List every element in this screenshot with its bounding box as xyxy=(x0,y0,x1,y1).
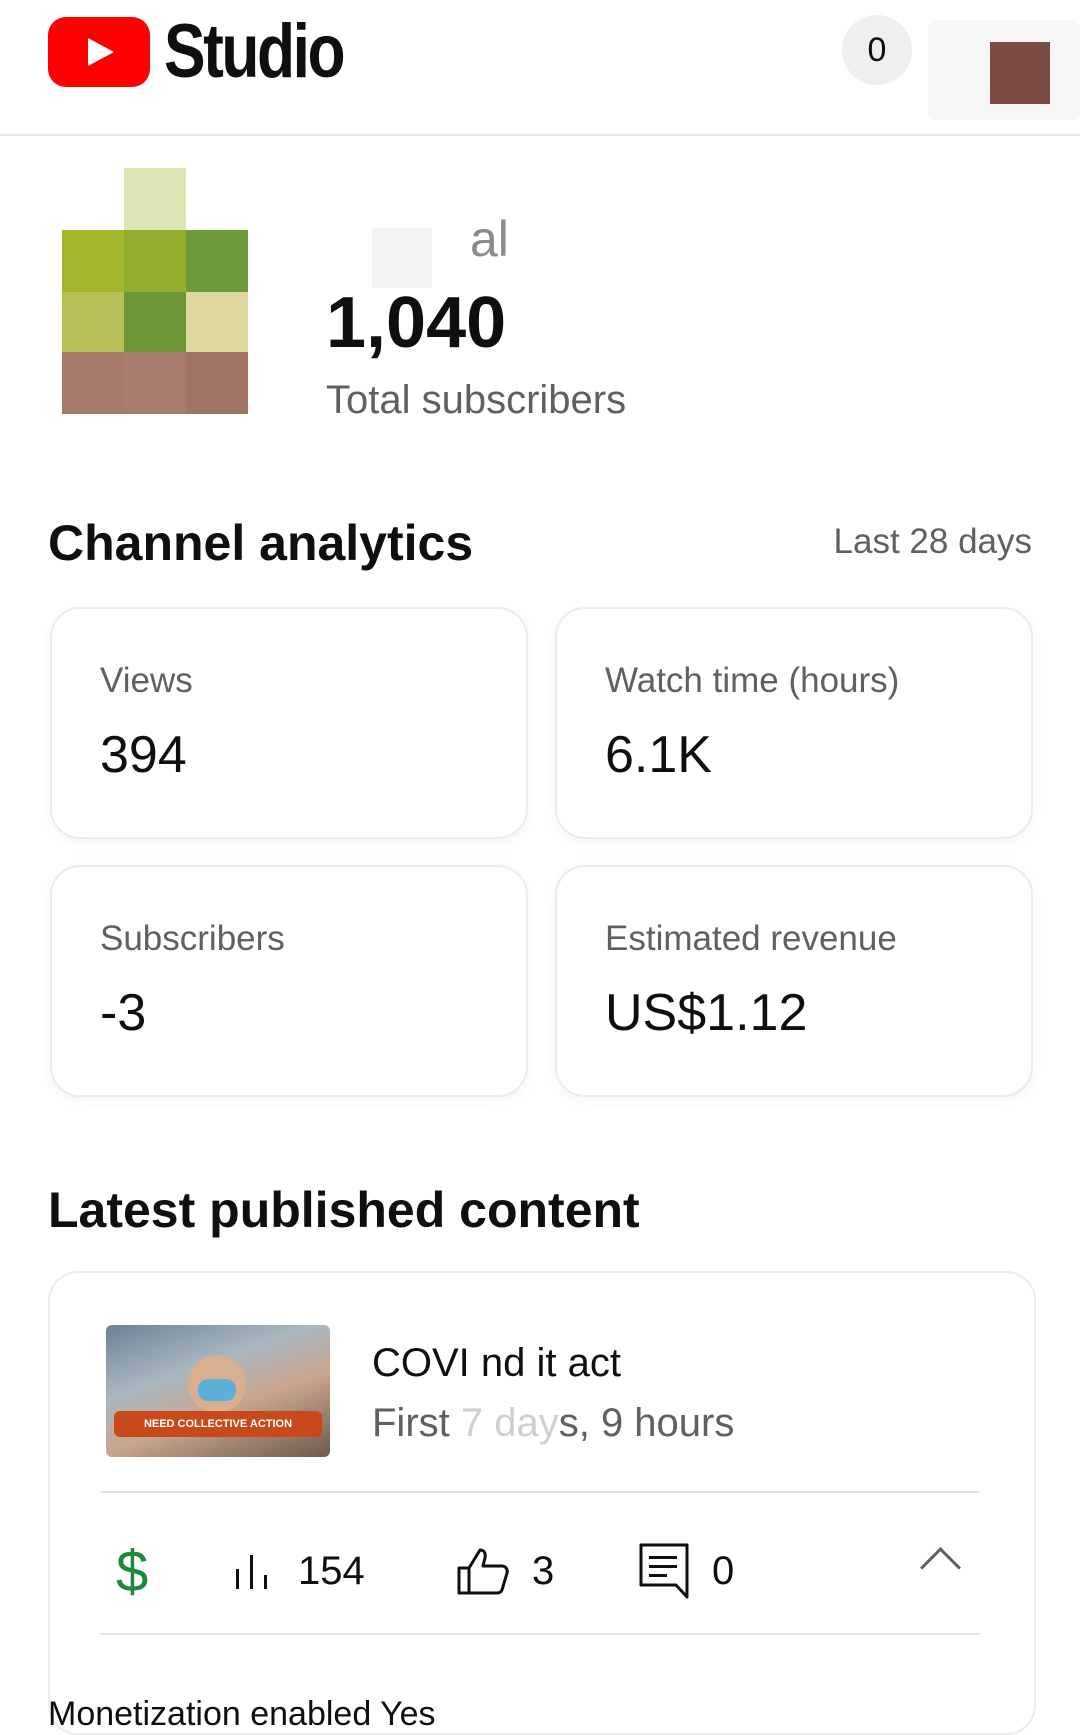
comments-count: 0 xyxy=(712,1548,735,1593)
likes-stat[interactable]: 3 xyxy=(456,1523,554,1619)
views-stat[interactable]: 154 xyxy=(232,1523,365,1619)
chevron-up-icon[interactable] xyxy=(919,1546,962,1589)
subscribers-value: -3 xyxy=(100,984,147,1042)
monetization-row: Monetization enabled Yes xyxy=(48,1695,436,1733)
app-name: Studio xyxy=(164,9,346,94)
bar-chart-icon xyxy=(236,1555,267,1589)
youtube-play-icon xyxy=(48,17,150,87)
thumbs-up-icon xyxy=(457,1548,509,1595)
revenue-value: US$1.12 xyxy=(605,984,808,1042)
comments-stat[interactable]: 0 xyxy=(638,1523,734,1619)
divider xyxy=(100,1491,980,1493)
views-count: 154 xyxy=(298,1548,365,1593)
subscribers-card[interactable]: Subscribers -3 xyxy=(50,865,528,1097)
notification-count: 0 xyxy=(867,30,887,69)
app-header: Studio 0 xyxy=(0,0,1080,136)
studio-logo[interactable]: Studio xyxy=(48,14,382,90)
latest-video-card: NEED COLLECTIVE ACTION COVI nd it act Fi… xyxy=(48,1271,1036,1735)
video-thumbnail[interactable]: NEED COLLECTIVE ACTION xyxy=(106,1325,330,1457)
channel-avatar[interactable] xyxy=(62,168,248,414)
revenue-stat[interactable]: $ xyxy=(116,1523,148,1619)
watch-time-label: Watch time (hours) xyxy=(605,661,900,700)
thumbnail-banner: NEED COLLECTIVE ACTION xyxy=(114,1411,322,1437)
analytics-range[interactable]: Last 28 days xyxy=(834,522,1032,562)
subscriber-label: Total subscribers xyxy=(326,378,627,422)
comment-icon xyxy=(639,1543,689,1599)
redaction-patch xyxy=(460,1403,560,1459)
notifications-button[interactable]: 0 xyxy=(842,15,912,85)
channel-name: al xyxy=(470,211,509,267)
divider xyxy=(100,1633,980,1635)
subscribers-label: Subscribers xyxy=(100,919,285,958)
video-stats: $ 154 3 0 xyxy=(50,1523,1034,1619)
channel-name-redacted xyxy=(372,228,432,288)
likes-count: 3 xyxy=(532,1548,555,1593)
video-title[interactable]: COVI nd it act xyxy=(372,1341,621,1386)
subscriber-count: 1,040 xyxy=(326,283,507,363)
revenue-label: Estimated revenue xyxy=(605,919,897,958)
analytics-title: Channel analytics xyxy=(48,515,474,571)
watch-time-card[interactable]: Watch time (hours) 6.1K xyxy=(555,607,1033,839)
latest-content-title: Latest published content xyxy=(48,1182,640,1238)
dollar-icon: $ xyxy=(116,1538,149,1604)
views-card[interactable]: Views 394 xyxy=(50,607,528,839)
revenue-card[interactable]: Estimated revenue US$1.12 xyxy=(555,865,1033,1097)
views-value: 394 xyxy=(100,726,187,784)
views-label: Views xyxy=(100,661,193,700)
account-avatar[interactable] xyxy=(990,42,1050,104)
watch-time-value: 6.1K xyxy=(605,726,712,784)
